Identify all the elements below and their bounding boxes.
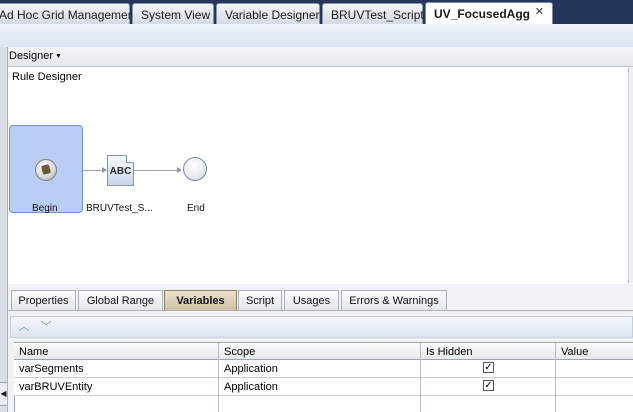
connector-begin-script: [83, 170, 103, 171]
script-node-label: BRUVTest_S...: [86, 203, 153, 214]
tab-label: System View: [141, 8, 211, 22]
document-tab-bar: Ad Hoc Grid Management System View Varia…: [0, 0, 633, 25]
variable-value-cell[interactable]: [556, 360, 633, 378]
empty-cell: [421, 396, 556, 412]
tab-content-strip: [0, 24, 633, 48]
variable-value-cell[interactable]: [556, 378, 633, 396]
designer-menu-label: Designer: [9, 50, 54, 62]
tab-label: Properties: [18, 295, 69, 307]
variable-name-cell[interactable]: varSegments: [14, 360, 219, 378]
tab-label: Variable Designer: [225, 8, 320, 22]
rule-designer-title: Rule Designer: [12, 71, 82, 83]
canvas-scrollbar[interactable]: [628, 67, 633, 283]
end-node-icon[interactable]: [183, 157, 207, 181]
is-hidden-checkbox[interactable]: ✓: [483, 380, 494, 391]
tab-usages[interactable]: Usages: [284, 290, 339, 311]
column-header-name[interactable]: Name: [14, 343, 219, 361]
chevron-down-icon[interactable]: ﹀: [38, 320, 54, 334]
is-hidden-checkbox[interactable]: ✓: [483, 362, 494, 373]
arrow-icon: [177, 167, 182, 173]
column-header-scope[interactable]: Scope: [219, 343, 421, 361]
tab-divider: [8, 310, 633, 311]
tab-global-range[interactable]: Global Range: [78, 290, 163, 311]
table-row[interactable]: varSegments Application ✓: [14, 360, 633, 378]
tab-label: Usages: [292, 295, 331, 307]
empty-table-row: [14, 396, 633, 412]
tab-label: Ad Hoc Grid Management: [0, 8, 138, 22]
table-row[interactable]: varBRUVEntity Application ✓: [14, 378, 633, 396]
empty-cell: [14, 396, 219, 412]
rule-designer-canvas[interactable]: [8, 67, 633, 283]
variables-toolbar: ︿ ﹀: [10, 316, 633, 338]
variable-name-cell[interactable]: varBRUVEntity: [14, 378, 219, 396]
empty-cell: [219, 396, 421, 412]
variable-scope-cell[interactable]: Application: [219, 360, 421, 378]
tab-variables[interactable]: Variables: [164, 290, 237, 311]
tab-script[interactable]: Script: [238, 290, 282, 311]
is-hidden-cell: ✓: [421, 360, 556, 378]
tab-errors-warnings[interactable]: Errors & Warnings: [341, 290, 447, 311]
variable-scope-cell[interactable]: Application: [219, 378, 421, 396]
tab-variable-designer[interactable]: Variable Designer: [216, 3, 320, 24]
begin-node-icon[interactable]: [35, 159, 57, 181]
caret-down-icon: ▼: [55, 53, 62, 60]
tab-label: Errors & Warnings: [349, 295, 439, 307]
close-icon[interactable]: ✕: [535, 5, 544, 18]
left-panel-splitter[interactable]: [0, 47, 8, 412]
script-node-icon[interactable]: ABC: [107, 155, 134, 186]
designer-menu[interactable]: Designer ▼: [9, 50, 62, 62]
tab-label: BRUVTest_Script: [331, 8, 424, 22]
tab-uv-focusedagg[interactable]: UV_FocusedAgg ✕: [425, 2, 553, 25]
is-hidden-cell: ✓: [421, 378, 556, 396]
table-header: Name Scope Is Hidden Value: [14, 342, 633, 361]
column-header-is-hidden[interactable]: Is Hidden: [421, 343, 556, 361]
tab-label: Global Range: [86, 295, 155, 307]
tab-label: Variables: [176, 295, 225, 307]
tab-label: UV_FocusedAgg: [434, 7, 531, 21]
begin-node-label: Begin: [32, 203, 58, 214]
expand-left-panel-icon[interactable]: ◀: [0, 382, 7, 406]
column-header-value[interactable]: Value: [556, 343, 633, 361]
tab-properties[interactable]: Properties: [11, 290, 76, 311]
tab-ad-hoc-grid-management[interactable]: Ad Hoc Grid Management: [0, 3, 138, 24]
tab-bruvtest-script[interactable]: BRUVTest_Script: [322, 3, 424, 24]
chevron-up-icon[interactable]: ︿: [16, 320, 32, 334]
tab-system-view[interactable]: System View: [132, 3, 214, 24]
tab-label: Script: [245, 295, 275, 307]
designer-header: Designer ▼: [8, 47, 633, 67]
end-node-label: End: [187, 203, 205, 214]
connector-script-end: [134, 170, 178, 171]
